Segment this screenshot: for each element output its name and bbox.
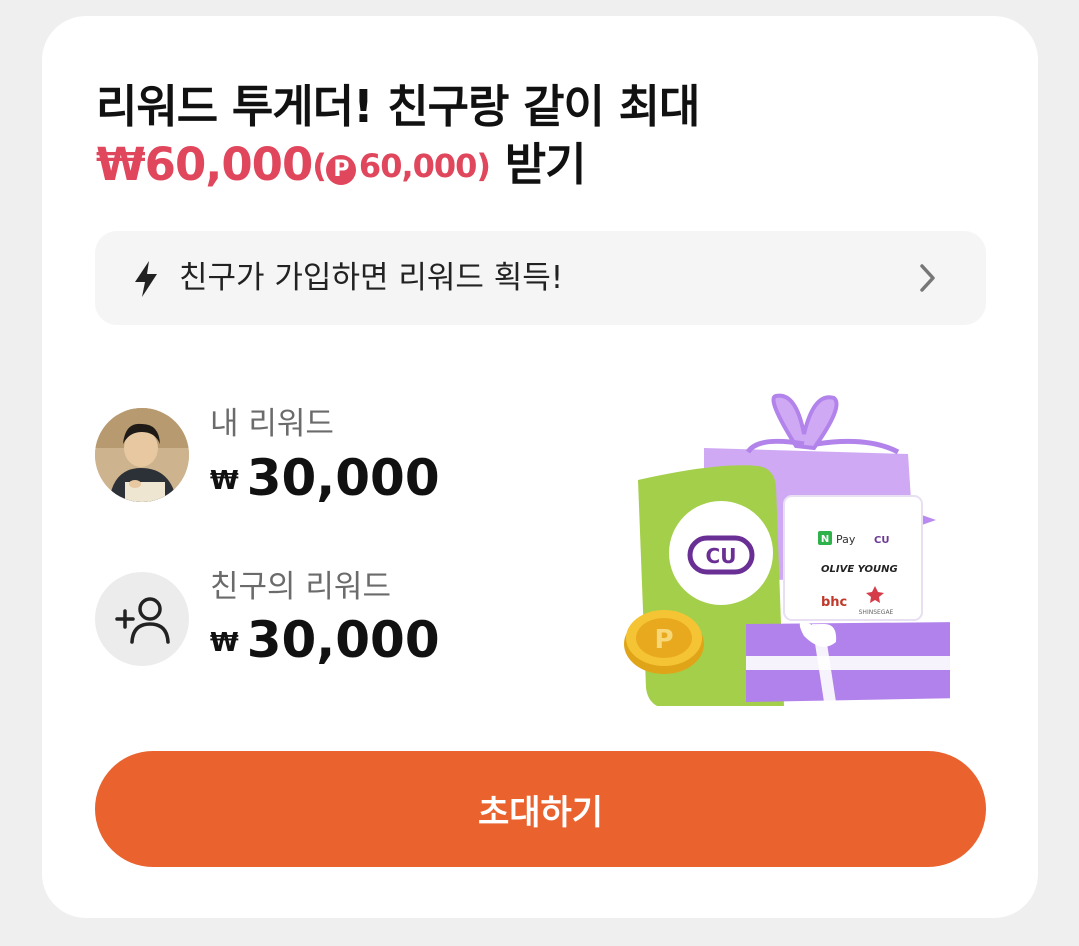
add-friend-button[interactable] bbox=[95, 572, 189, 666]
point-badge-icon: P bbox=[325, 155, 356, 185]
gift-illustration: N Pay CU OLIVE YOUNG bhc SHINSEGAE CU P bbox=[624, 393, 950, 706]
coin-icon: P bbox=[654, 625, 673, 655]
point-amount-group: (P 60,000) bbox=[312, 147, 491, 185]
friend-reward-value: 30,000 bbox=[246, 611, 440, 669]
olive-young-text: OLIVE YOUNG bbox=[821, 564, 898, 575]
avatar-illustration-icon bbox=[95, 408, 189, 502]
paren-close: ) bbox=[476, 147, 491, 185]
reward-together-card: 리워드 투게더! 친구랑 같이 최대 ₩60,000(P 60,000) 받기 친… bbox=[42, 16, 1038, 918]
friend-reward-currency: ₩ bbox=[210, 628, 239, 658]
max-amount-won: ₩60,000 bbox=[96, 138, 313, 191]
cu-logo-icon: CU bbox=[706, 544, 737, 568]
friend-reward-amount: ₩30,000 bbox=[210, 611, 440, 672]
chevron-right-icon bbox=[920, 264, 935, 292]
avatar bbox=[95, 408, 189, 502]
npay-text: Pay bbox=[836, 533, 856, 546]
add-person-icon bbox=[115, 597, 170, 644]
shinsegae-text: SHINSEGAE bbox=[859, 609, 894, 616]
page-title: 리워드 투게더! 친구랑 같이 최대 ₩60,000(P 60,000) 받기 bbox=[96, 78, 700, 195]
invite-button[interactable]: 초대하기 bbox=[95, 751, 986, 867]
npay-badge-text: N bbox=[821, 534, 829, 545]
bhc-text: bhc bbox=[821, 595, 847, 610]
cu-small-logo: CU bbox=[874, 535, 889, 546]
banner-text: 친구가 가입하면 리워드 획득! bbox=[179, 260, 564, 296]
how-it-works-banner[interactable]: 친구가 가입하면 리워드 획득! bbox=[95, 231, 986, 325]
title-suffix: 받기 bbox=[490, 138, 587, 191]
title-line2: ₩60,000(P 60,000) 받기 bbox=[96, 136, 699, 195]
bolt-icon bbox=[135, 261, 157, 297]
my-reward-value: 30,000 bbox=[246, 449, 440, 507]
my-reward-currency: ₩ bbox=[210, 466, 239, 496]
my-reward-amount: ₩30,000 bbox=[210, 449, 440, 510]
paren-open: ( bbox=[312, 147, 327, 185]
my-reward-label: 내 리워드 bbox=[210, 406, 334, 442]
max-amount-point: 60,000 bbox=[358, 147, 477, 185]
title-line1: 리워드 투게더! 친구랑 같이 최대 bbox=[96, 80, 700, 133]
friend-reward-label: 친구의 리워드 bbox=[210, 569, 391, 605]
